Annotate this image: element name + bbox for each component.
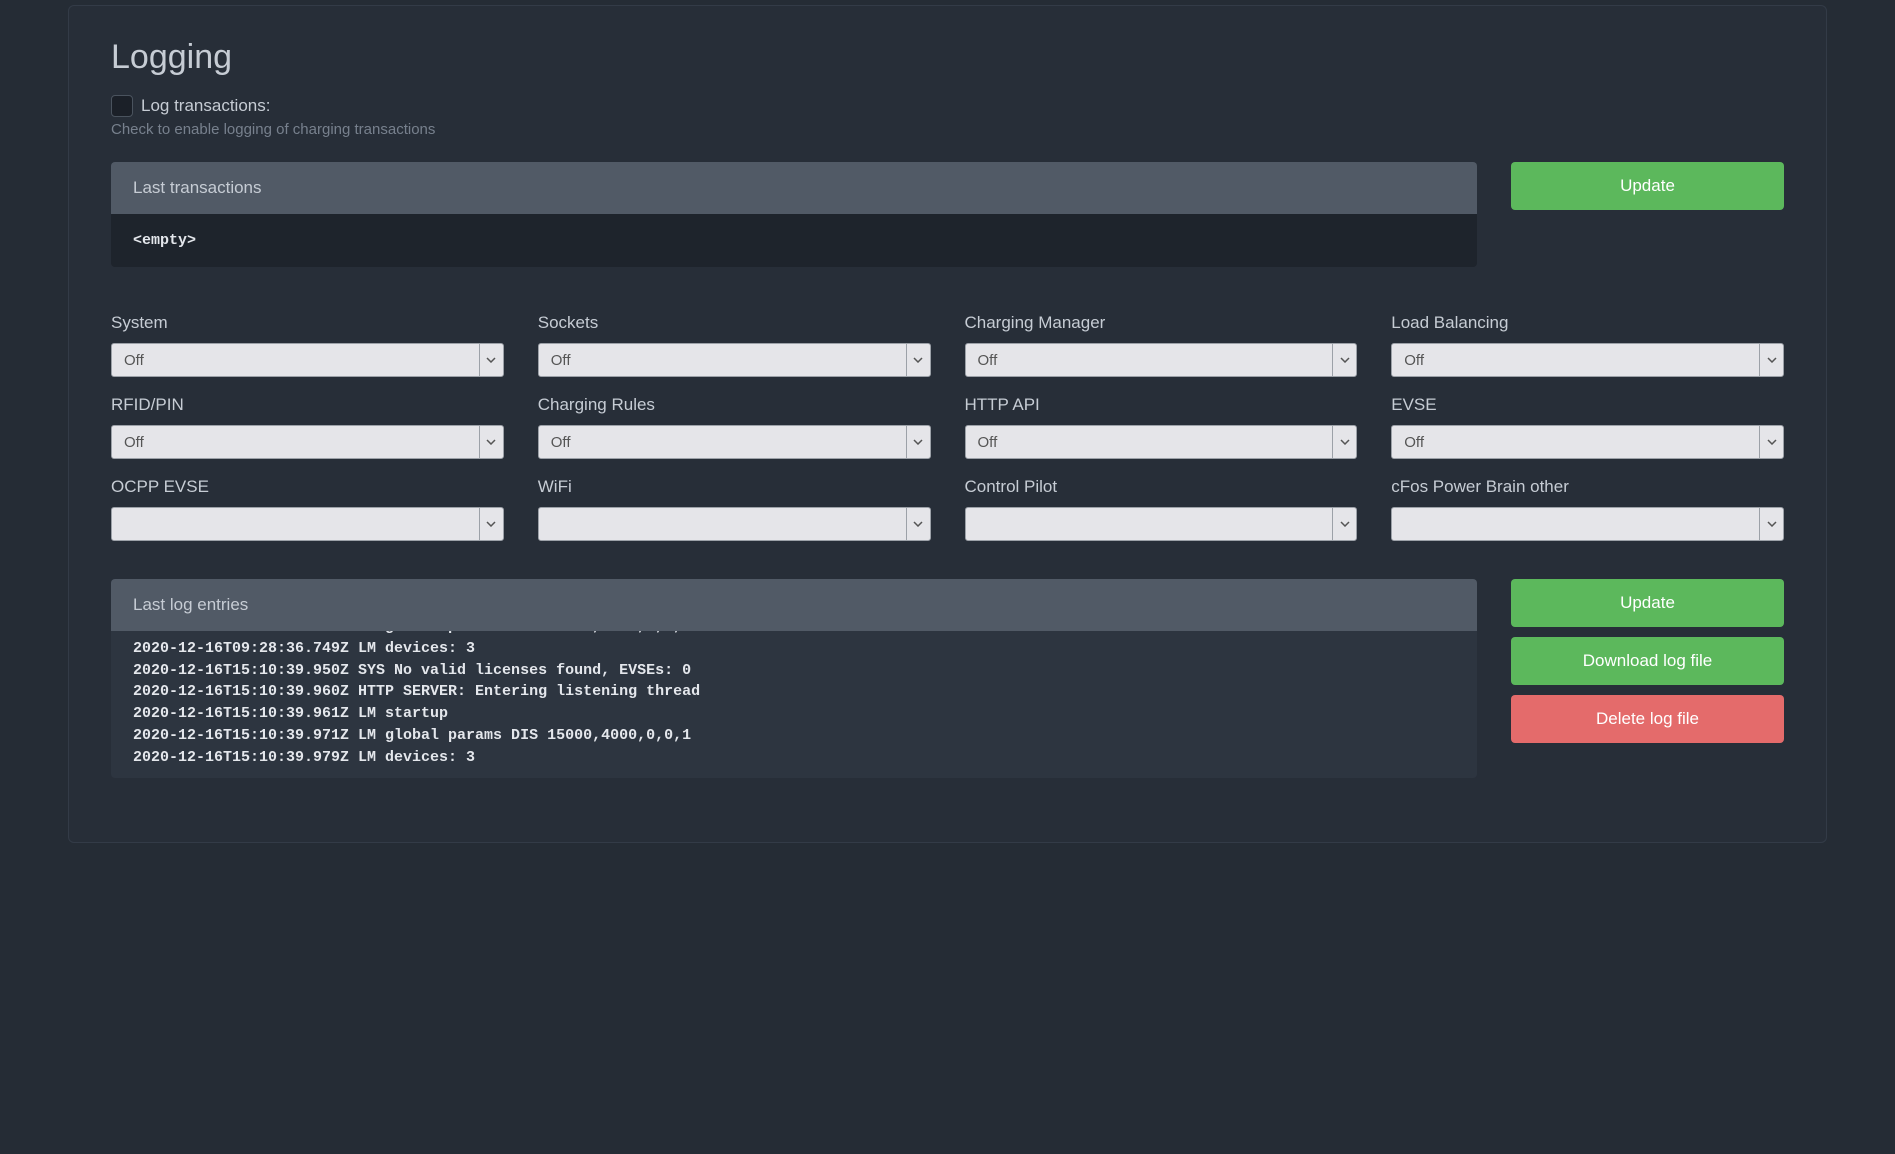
last-transactions-card: Last transactions <empty> <box>111 162 1477 267</box>
select-label: System <box>111 313 504 333</box>
chevron-down-icon <box>1332 344 1356 376</box>
select-group: Control Pilot <box>965 477 1358 541</box>
chevron-down-icon <box>479 426 503 458</box>
select-dropdown[interactable] <box>538 507 931 541</box>
select-dropdown[interactable]: Off <box>111 425 504 459</box>
select-label: cFos Power Brain other <box>1391 477 1784 497</box>
last-transactions-header: Last transactions <box>111 162 1477 214</box>
select-group: WiFi <box>538 477 931 541</box>
page-title: Logging <box>111 38 1784 77</box>
log-level-grid: SystemOffSocketsOffCharging ManagerOffLo… <box>111 313 1784 541</box>
select-label: Charging Rules <box>538 395 931 415</box>
select-label: Load Balancing <box>1391 313 1784 333</box>
update-logs-button[interactable]: Update <box>1511 579 1784 627</box>
chevron-down-icon <box>1759 508 1783 540</box>
download-log-button[interactable]: Download log file <box>1511 637 1784 685</box>
select-group: Load Balancing Off <box>1391 313 1784 377</box>
select-dropdown[interactable]: Off <box>538 425 931 459</box>
select-label: HTTP API <box>965 395 1358 415</box>
log-transactions-label: Log transactions: <box>141 96 270 116</box>
select-label: RFID/PIN <box>111 395 504 415</box>
log-transactions-hint: Check to enable logging of charging tran… <box>111 121 1784 138</box>
last-transactions-body: <empty> <box>111 214 1477 267</box>
select-label: WiFi <box>538 477 931 497</box>
select-dropdown[interactable]: Off <box>1391 343 1784 377</box>
chevron-down-icon <box>479 344 503 376</box>
select-group: Charging Manager Off <box>965 313 1358 377</box>
select-value: Off <box>978 434 998 451</box>
select-dropdown[interactable]: Off <box>965 343 1358 377</box>
update-transactions-button[interactable]: Update <box>1511 162 1784 210</box>
select-value: Off <box>551 434 571 451</box>
select-dropdown[interactable]: Off <box>538 343 931 377</box>
log-transactions-row: Log transactions: <box>111 95 1784 117</box>
last-log-entries-card: Last log entries 2020-12-16T09:28:36.745… <box>111 579 1477 778</box>
chevron-down-icon <box>1759 426 1783 458</box>
select-dropdown[interactable]: Off <box>1391 425 1784 459</box>
select-value: Off <box>551 352 571 369</box>
chevron-down-icon <box>906 344 930 376</box>
logging-panel: Logging Log transactions: Check to enabl… <box>68 5 1827 843</box>
select-group: EVSE Off <box>1391 395 1784 459</box>
chevron-down-icon <box>906 508 930 540</box>
select-label: EVSE <box>1391 395 1784 415</box>
select-group: cFos Power Brain other <box>1391 477 1784 541</box>
select-group: Sockets Off <box>538 313 931 377</box>
log-transactions-checkbox[interactable] <box>111 95 133 117</box>
chevron-down-icon <box>479 508 503 540</box>
select-label: OCPP EVSE <box>111 477 504 497</box>
select-value: Off <box>124 352 144 369</box>
chevron-down-icon <box>906 426 930 458</box>
select-dropdown[interactable] <box>111 507 504 541</box>
chevron-down-icon <box>1332 426 1356 458</box>
last-log-entries-header: Last log entries <box>111 579 1477 631</box>
select-dropdown[interactable] <box>965 507 1358 541</box>
select-group: HTTP API Off <box>965 395 1358 459</box>
select-group: OCPP EVSE <box>111 477 504 541</box>
last-log-entries-body[interactable]: 2020-12-16T09:28:36.745Z LM global param… <box>111 631 1477 778</box>
select-value: Off <box>1404 434 1424 451</box>
select-group: System Off <box>111 313 504 377</box>
select-group: RFID/PIN Off <box>111 395 504 459</box>
select-value: Off <box>978 352 998 369</box>
select-value: Off <box>1404 352 1424 369</box>
select-label: Control Pilot <box>965 477 1358 497</box>
chevron-down-icon <box>1759 344 1783 376</box>
select-value: Off <box>124 434 144 451</box>
select-label: Charging Manager <box>965 313 1358 333</box>
select-dropdown[interactable]: Off <box>111 343 504 377</box>
select-dropdown[interactable]: Off <box>965 425 1358 459</box>
select-group: Charging Rules Off <box>538 395 931 459</box>
chevron-down-icon <box>1332 508 1356 540</box>
delete-log-button[interactable]: Delete log file <box>1511 695 1784 743</box>
select-label: Sockets <box>538 313 931 333</box>
select-dropdown[interactable] <box>1391 507 1784 541</box>
